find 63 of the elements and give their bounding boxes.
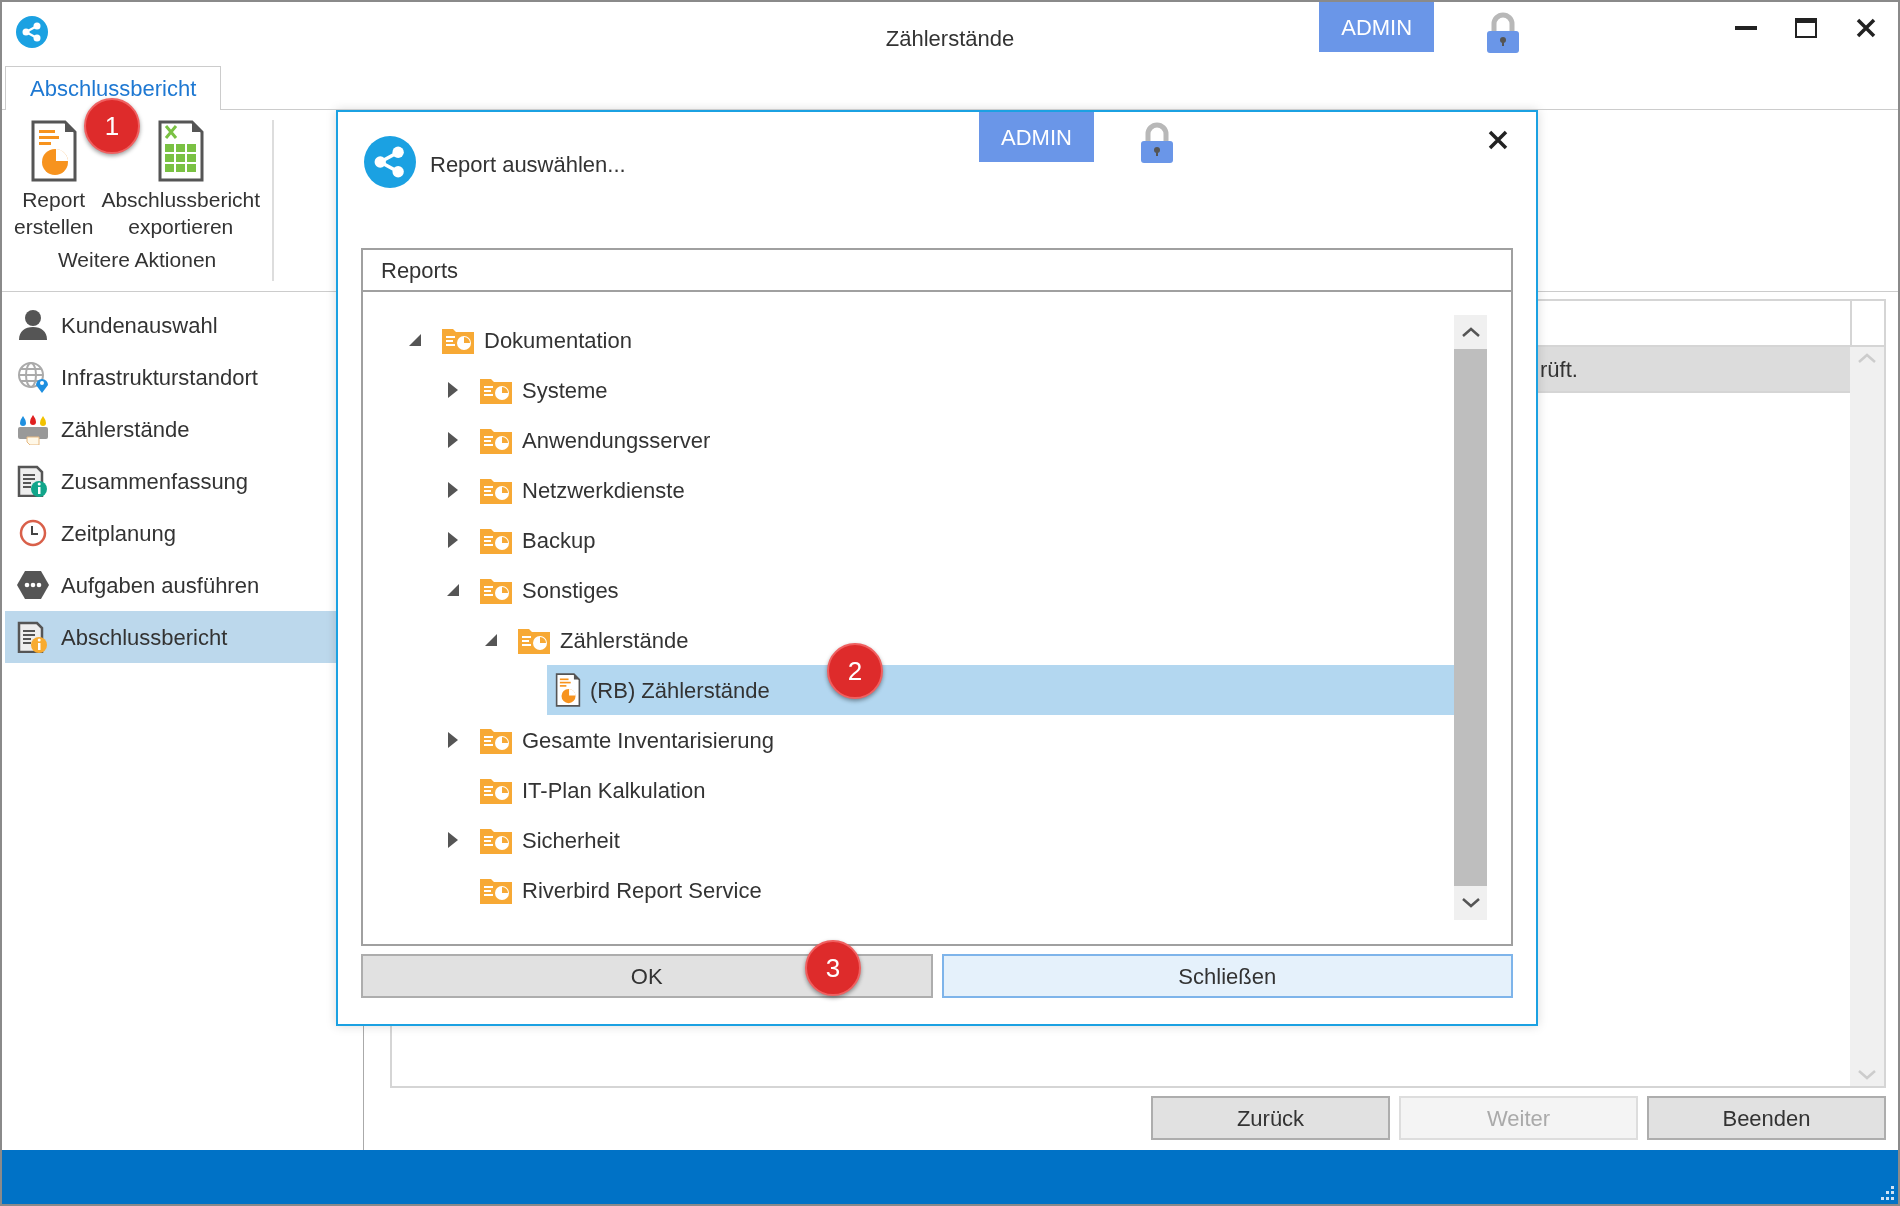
sidebar-item[interactable]: Zählerstände [5, 403, 363, 455]
expand-arrow-icon[interactable] [448, 532, 458, 548]
expand-arrow-icon[interactable] [448, 832, 458, 848]
tree-item[interactable]: Systeme [471, 365, 1454, 415]
maximize-icon [1795, 18, 1817, 38]
sidebar-item[interactable]: Infrastrukturstandort [5, 351, 363, 403]
scroll-up-icon [1858, 353, 1876, 363]
lock-icon [1139, 122, 1174, 164]
scrollbar[interactable] [1850, 347, 1884, 1086]
collapse-arrow-icon[interactable] [485, 634, 497, 646]
dialog-title: Report auswählen... [430, 151, 626, 179]
lock-icon [1486, 12, 1521, 54]
printer-icon [17, 413, 49, 445]
sidebar-item[interactable]: Zusammenfassung [5, 455, 363, 507]
sidebar-item[interactable]: Zeitplanung [5, 507, 363, 559]
resize-grip-icon [1880, 1186, 1894, 1200]
tree-item[interactable]: Riverbird Report Service [471, 865, 1454, 915]
ribbon-tab[interactable]: Abschlussbericht [5, 66, 222, 110]
minimize-icon [1735, 26, 1757, 30]
user-role-label: ADMIN [979, 112, 1094, 162]
collapse-arrow-icon[interactable] [447, 584, 459, 596]
sidebar-item[interactable]: Kundenauswahl [5, 299, 363, 351]
nav-button[interactable]: Beenden [1647, 1096, 1886, 1140]
expand-arrow-icon[interactable] [448, 382, 458, 398]
nav-button[interactable]: Zurück [1151, 1096, 1390, 1140]
dialog-button[interactable]: Schließen [941, 954, 1513, 998]
table-cell-text: rüft. [1540, 355, 1578, 384]
person-icon [17, 309, 49, 341]
clock-icon [17, 517, 49, 549]
expand-arrow-icon[interactable] [448, 732, 458, 748]
more-icon [17, 569, 49, 601]
report-icon [555, 673, 581, 707]
app-logo-icon [364, 136, 416, 188]
tree-item[interactable]: Gesamte Inventarisierung [471, 715, 1454, 765]
sidebar-item[interactable]: Aufgaben ausführen [5, 559, 363, 611]
collapse-arrow-icon[interactable] [409, 334, 421, 346]
tree-item[interactable]: Backup [471, 515, 1454, 565]
callout-badge: 2 [827, 643, 883, 699]
tree-item[interactable]: Anwendungsserver [471, 415, 1454, 465]
expand-arrow-icon[interactable] [448, 432, 458, 448]
tree-item[interactable]: Dokumentation [433, 315, 1454, 365]
scrollbar[interactable] [1454, 315, 1487, 920]
close-icon [1856, 18, 1876, 38]
document-info-icon [17, 465, 49, 497]
tree-item[interactable]: Sicherheit [471, 815, 1454, 865]
document-info-icon [17, 621, 49, 653]
report-icon [29, 120, 78, 182]
close-icon [1488, 130, 1508, 150]
user-role-label: ADMIN [1319, 2, 1435, 52]
callout-badge: 1 [84, 98, 140, 154]
tree-item[interactable]: Netzwerkdienste [471, 465, 1454, 515]
expand-arrow-icon[interactable] [448, 482, 458, 498]
tree-item[interactable]: Sonstiges [471, 565, 1454, 615]
scroll-down-icon [1858, 1070, 1876, 1080]
tree-item[interactable]: IT-Plan Kalkulation [471, 765, 1454, 815]
window-title: Zählerstände [885, 25, 1015, 53]
spreadsheet-icon [156, 120, 205, 182]
scroll-up-icon [1461, 327, 1480, 337]
scroll-down-icon [1461, 898, 1480, 908]
app-logo-icon [16, 16, 48, 48]
group-label: Weitere Aktionen [57, 247, 217, 273]
group-title: Reports [363, 250, 1511, 292]
globe-pin-icon [17, 361, 49, 393]
